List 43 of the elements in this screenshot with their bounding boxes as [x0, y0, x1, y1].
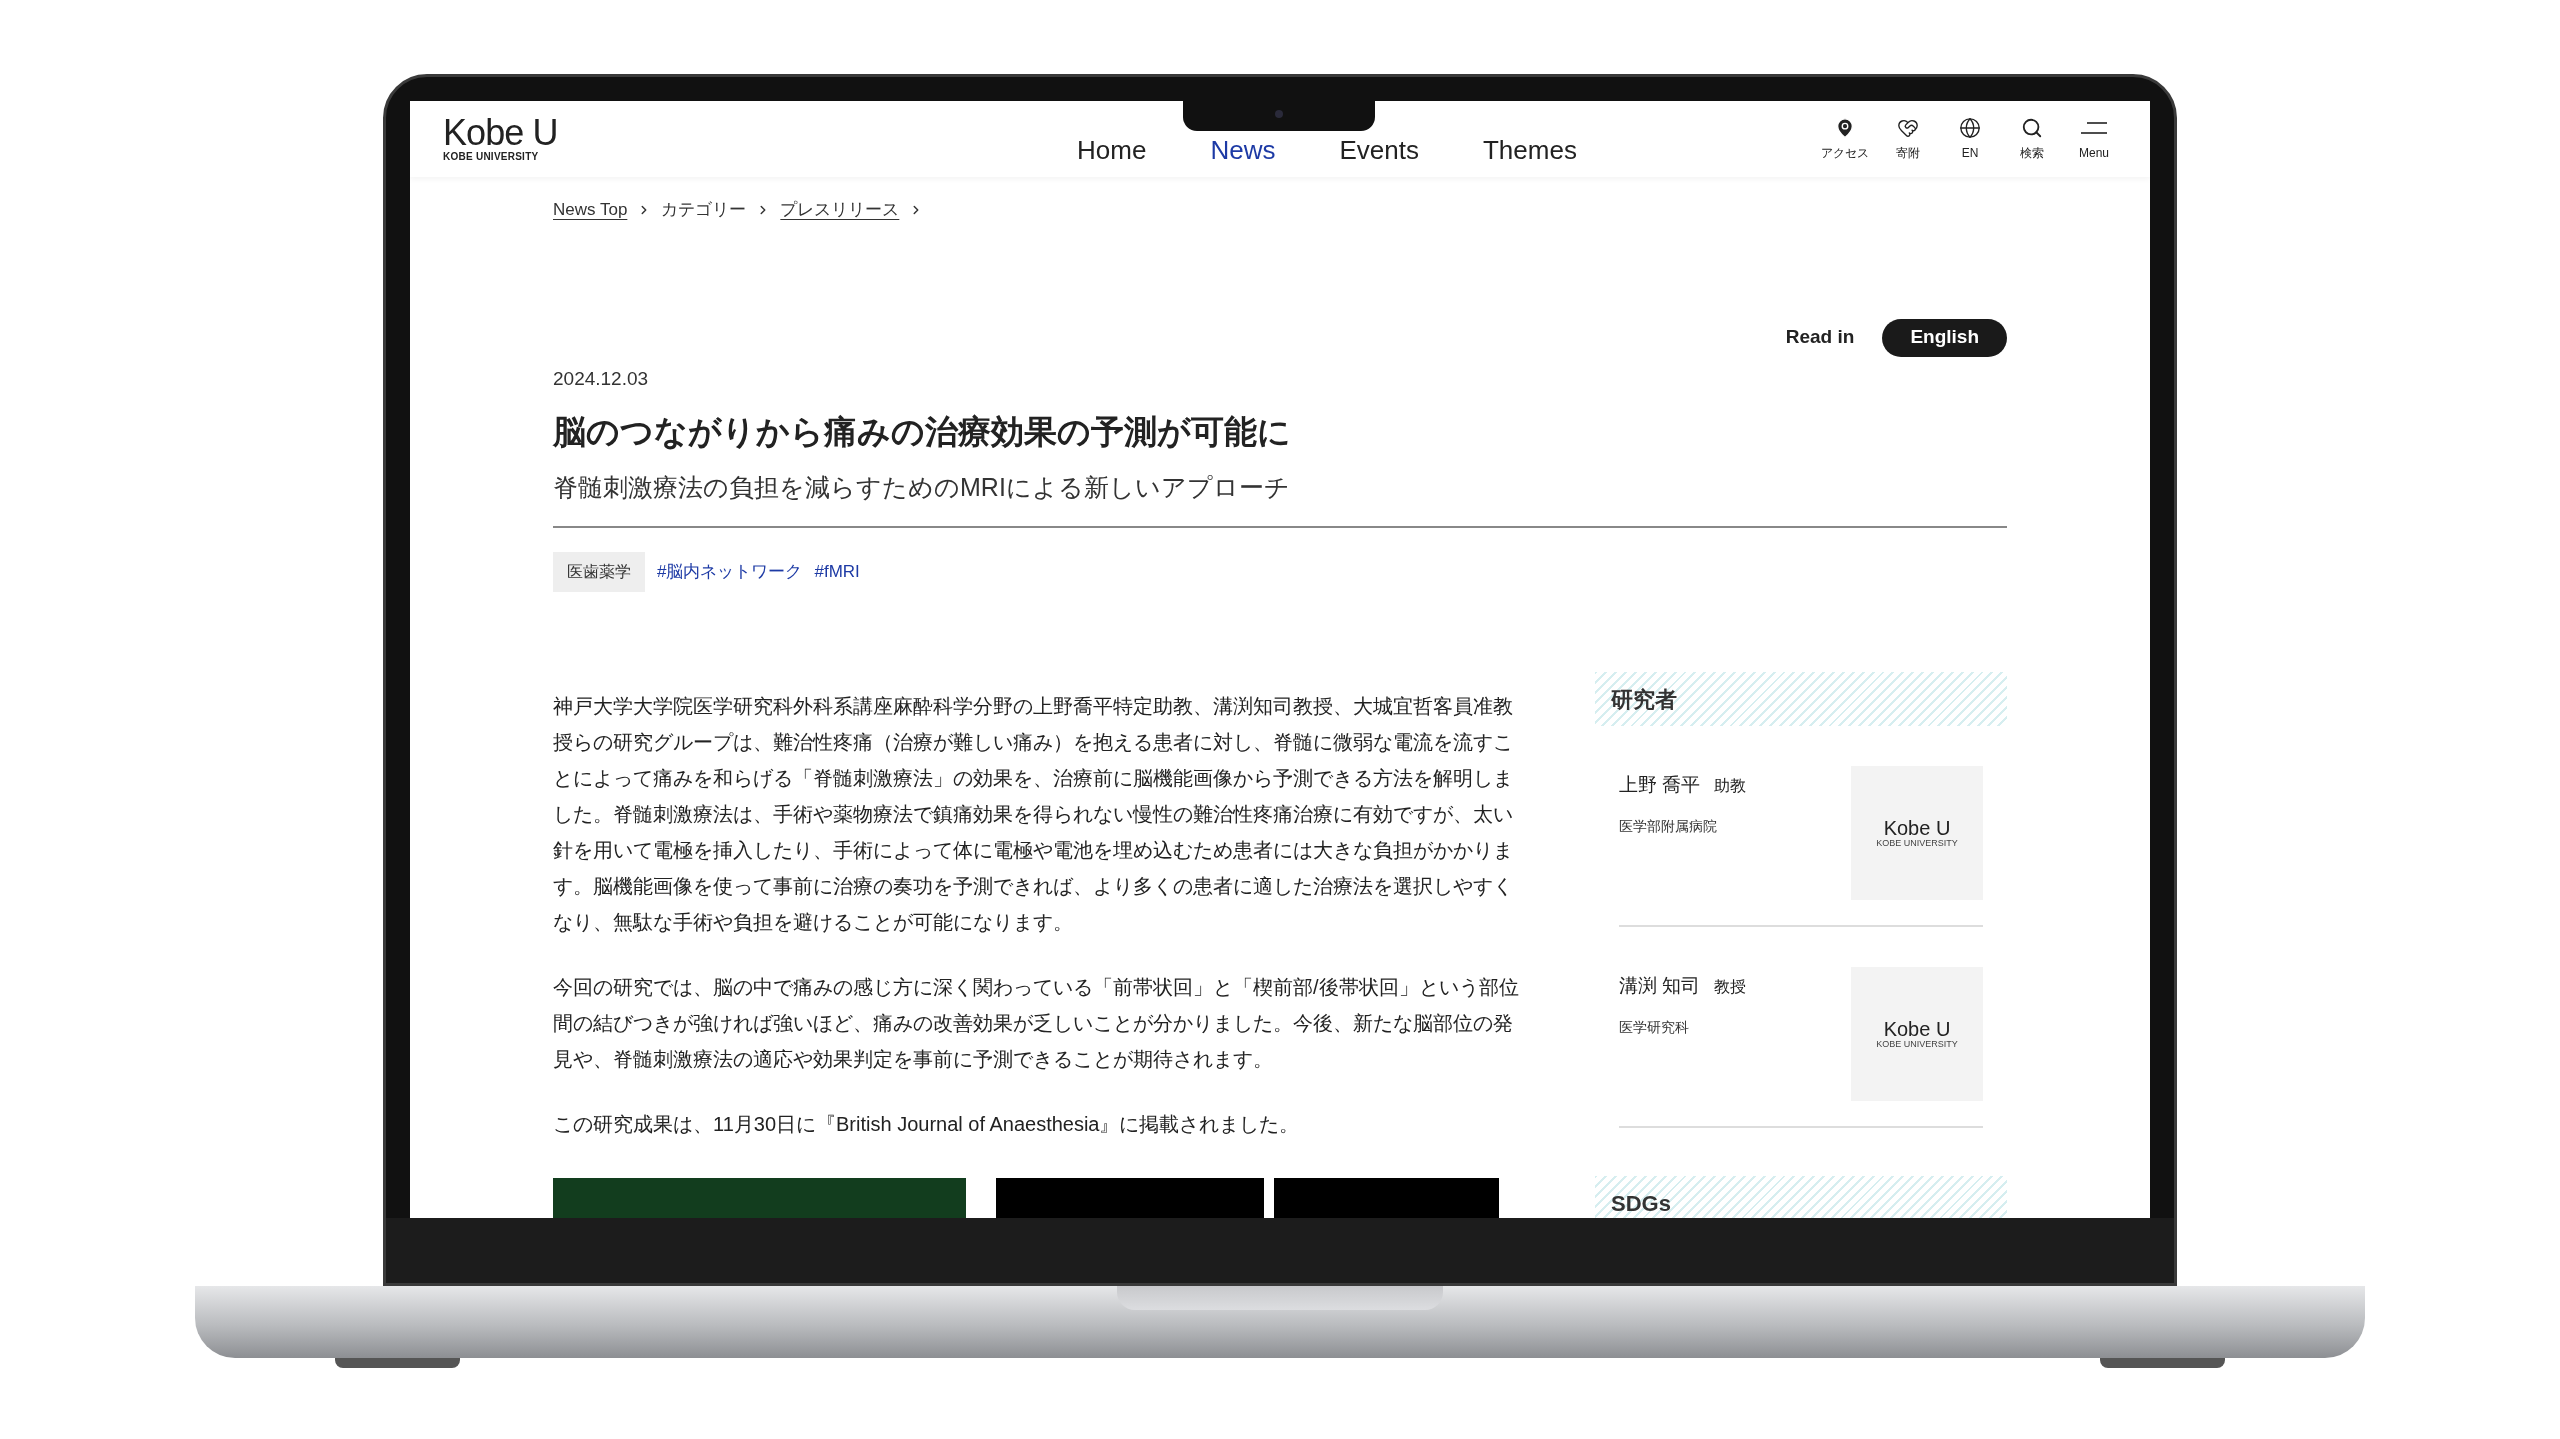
section-heading: 研究者 [1595, 672, 2007, 726]
nav-link[interactable]: Events [1339, 130, 1419, 170]
site-logo[interactable]: Kobe U [443, 115, 743, 151]
article-paragraph: 今回の研究では、脳の中で痛みの感じ方に深く関わっている「前帯状回」と「楔前部/後帯状回」という部位間の結びつきが強ければ強いほど、痛みの改善効果が乏しいことが分かりました。今後、新たな脳部位の発見や、脊髄刺激療法の適応や効果判定を事前に予測できることが期待されます。 [553, 975, 1520, 1072]
article-title: 脳のつながりから痛みの治療効果の予測が可能に [553, 412, 1292, 452]
article-date: 2024.12.03 [553, 366, 650, 391]
university-logo-subtitle: KOBE UNIVERSITY [1876, 1038, 1958, 1050]
search-icon [2021, 117, 2043, 139]
article-subtitle: 脊髄刺激療法の負担を減らすためのMRIによる新しいアプローチ [553, 471, 1291, 503]
nav-link[interactable]: News [1210, 130, 1276, 170]
site-logo-subtitle: KOBE UNIVERSITY [443, 151, 540, 163]
english-button[interactable]: English [1882, 318, 2007, 357]
read-in-label: Read in [1785, 325, 1855, 350]
nav-link[interactable]: Themes [1482, 130, 1577, 170]
section-heading: SDGs [1595, 1176, 2007, 1218]
menu-icon [2081, 120, 2107, 136]
globe-icon [1959, 117, 1981, 139]
map-pin-icon [1834, 117, 1856, 139]
breadcrumb-link[interactable]: News Top [553, 197, 628, 223]
nav-link[interactable]: Home [1077, 130, 1147, 170]
utility-button[interactable]: Menu [2071, 116, 2117, 162]
breadcrumb-text: カテゴリー [661, 199, 747, 221]
hashtag-link[interactable]: #脳内ネットワーク [657, 559, 803, 585]
category-tag[interactable]: 医歯薬学 [553, 552, 645, 592]
university-logo: Kobe U [1883, 1018, 1951, 1039]
researcher-title: 助教 [1714, 776, 1747, 796]
camera-lens [1275, 110, 1283, 118]
utility-button[interactable]: EN [1947, 116, 1993, 162]
article-paragraph: 神戸大学大学院医学研究科外科系講座麻酔科学分野の上野喬平特定助教、溝渕知司教授、大城宜哲客員准教授らの研究グループは、難治性疼痛（治療が難しい痛み）を抱える患者に対し、脊髄に微弱な電流を流すことによって痛みを和らげる「脊髄刺激療法」の効果を、治療前に脳機能画像から予測できる方法を解明しました。脊髄刺激療法は、手術や薬物療法で鎮痛効果を得られない慢性の難治性疼痛治療に有効ですが、太い針を用いて電極を挿入したり、手術によって体に電極や電池を埋め込むため患者には大きな負担がかかります。脳機能画像を使って事前に治療の奏功を予測できれば、より多くの患者に適した治療法を選択しやすくなり、無駄な手術や負担を避けることが可能になります。 [553, 694, 1514, 935]
researcher-title: 教授 [1714, 977, 1747, 997]
article-paragraph: この研究成果は、11月30日に『British Journal of Anaesthesia』に掲載されました。 [553, 1112, 1301, 1137]
utility-button[interactable]: 寄附 [1885, 116, 1931, 162]
researcher-affiliation: 医学部附属病院 [1619, 816, 1718, 836]
utility-button[interactable]: 検索 [2009, 116, 2055, 162]
breadcrumb-link[interactable]: プレスリリース [780, 197, 900, 223]
hashtag-link[interactable]: #fMRI [814, 559, 860, 585]
heart-hands-icon [1897, 117, 1919, 139]
researcher-name[interactable]: 溝渕 知司 [1619, 972, 1701, 1001]
utility-button[interactable]: アクセス [1821, 116, 1869, 162]
university-logo: Kobe U [1883, 817, 1951, 838]
researcher-affiliation: 医学研究科 [1619, 1017, 1690, 1037]
university-logo-subtitle: KOBE UNIVERSITY [1876, 837, 1958, 849]
researcher-name[interactable]: 上野 喬平 [1619, 771, 1701, 800]
